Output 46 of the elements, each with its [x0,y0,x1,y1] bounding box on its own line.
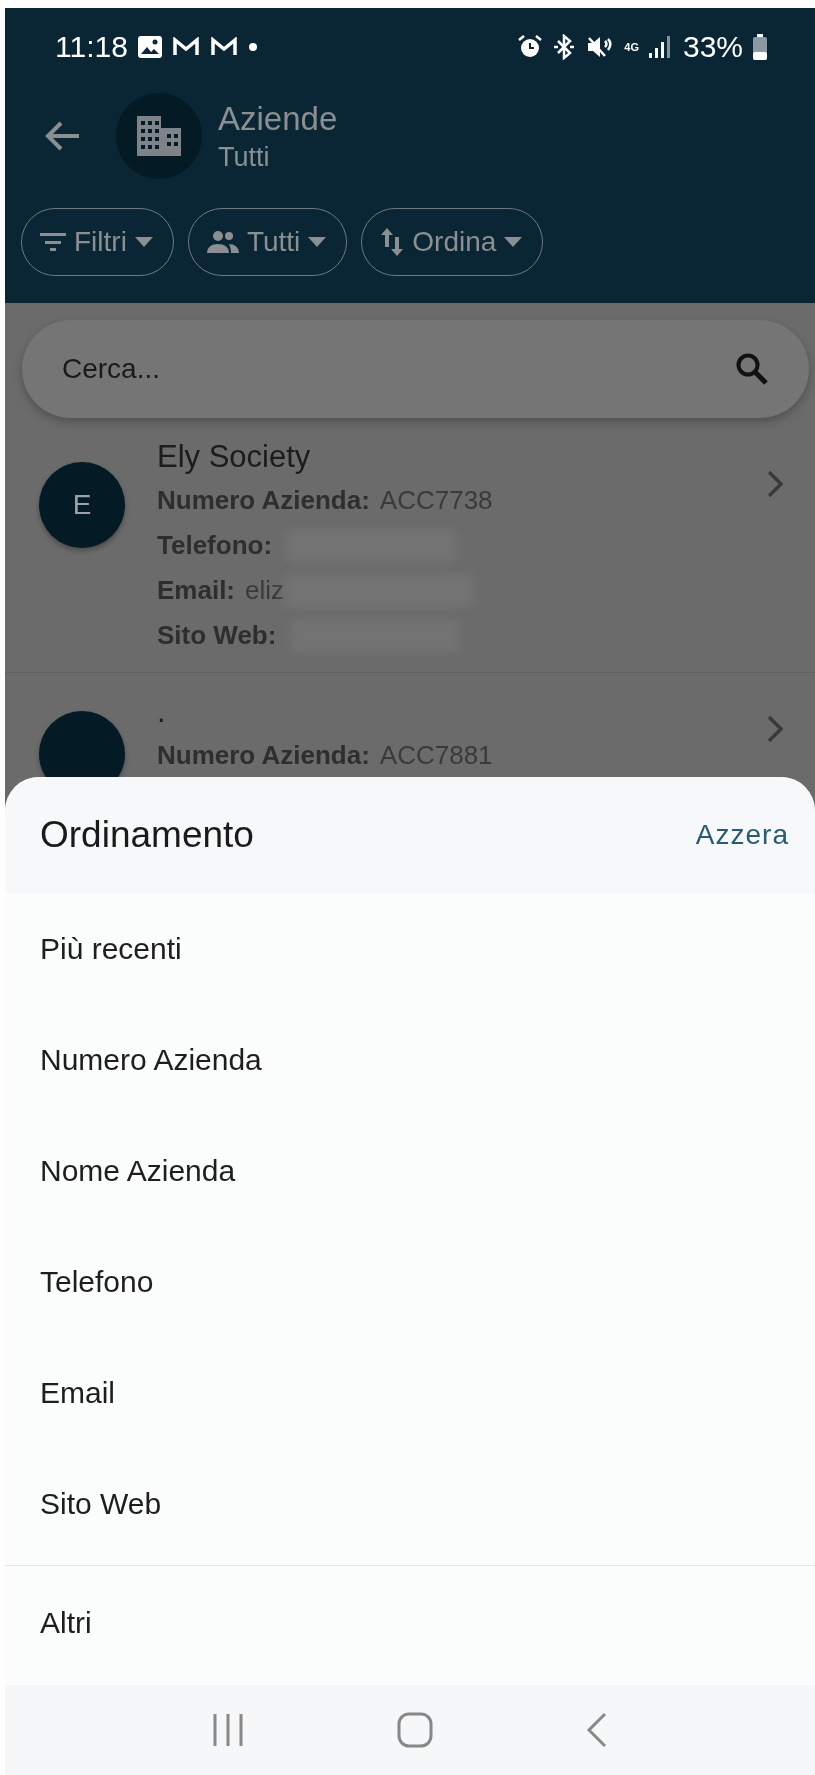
bluetooth-icon [552,34,577,60]
filter-icon [40,232,66,252]
company-name: Ely Society [157,438,312,476]
search-field[interactable]: Cerca... [22,320,809,418]
field-label: Sito Web: [157,620,277,651]
image-icon [137,36,162,58]
sort-option[interactable]: Numero Azienda [5,1004,815,1115]
mute-icon [586,35,615,59]
dot-icon [247,42,258,52]
caret-icon [134,237,153,247]
field-label: Numero Azienda: [157,740,370,771]
signal-icon [648,35,673,59]
sheet-title: Ordinamento [40,814,254,856]
chevron-right-icon [767,715,783,743]
initial-avatar: E [39,462,125,548]
battery-percent: 33% [682,30,743,64]
alarm-icon [518,35,543,59]
home-icon[interactable] [397,1712,433,1748]
sort-arrows-icon [380,228,405,256]
screen-title: Aziende [218,99,338,138]
mail-icon [209,37,238,57]
back-icon[interactable] [586,1712,609,1748]
field-label: Telefono: [157,530,273,561]
status-time: 11:18 [55,30,128,64]
company-name: . [157,693,167,731]
field-label: Numero Azienda: [157,485,370,516]
mail-icon [171,37,200,57]
recent-apps-icon[interactable] [211,1712,244,1748]
building-icon [137,116,181,156]
sort-option[interactable]: Email [5,1337,815,1448]
sort-option[interactable]: Sito Web [5,1448,815,1559]
battery-icon [753,34,767,60]
screen-subtitle: Tutti [218,141,271,173]
sort-option[interactable]: Nome Azienda [5,1115,815,1226]
search-icon[interactable] [735,352,769,386]
sort-option[interactable]: Più recenti [5,893,815,1004]
people-icon [206,230,239,254]
field-label: Email: [157,575,236,606]
chevron-right-icon [767,470,783,498]
network-type: 4G [624,41,639,53]
back-arrow-icon[interactable] [45,121,81,151]
more-option[interactable]: Altri [5,1566,815,1662]
caret-icon [504,237,523,247]
reset-button[interactable]: Azzera [691,815,793,855]
caret-icon [308,237,327,247]
sort-option[interactable]: Telefono [5,1226,815,1337]
